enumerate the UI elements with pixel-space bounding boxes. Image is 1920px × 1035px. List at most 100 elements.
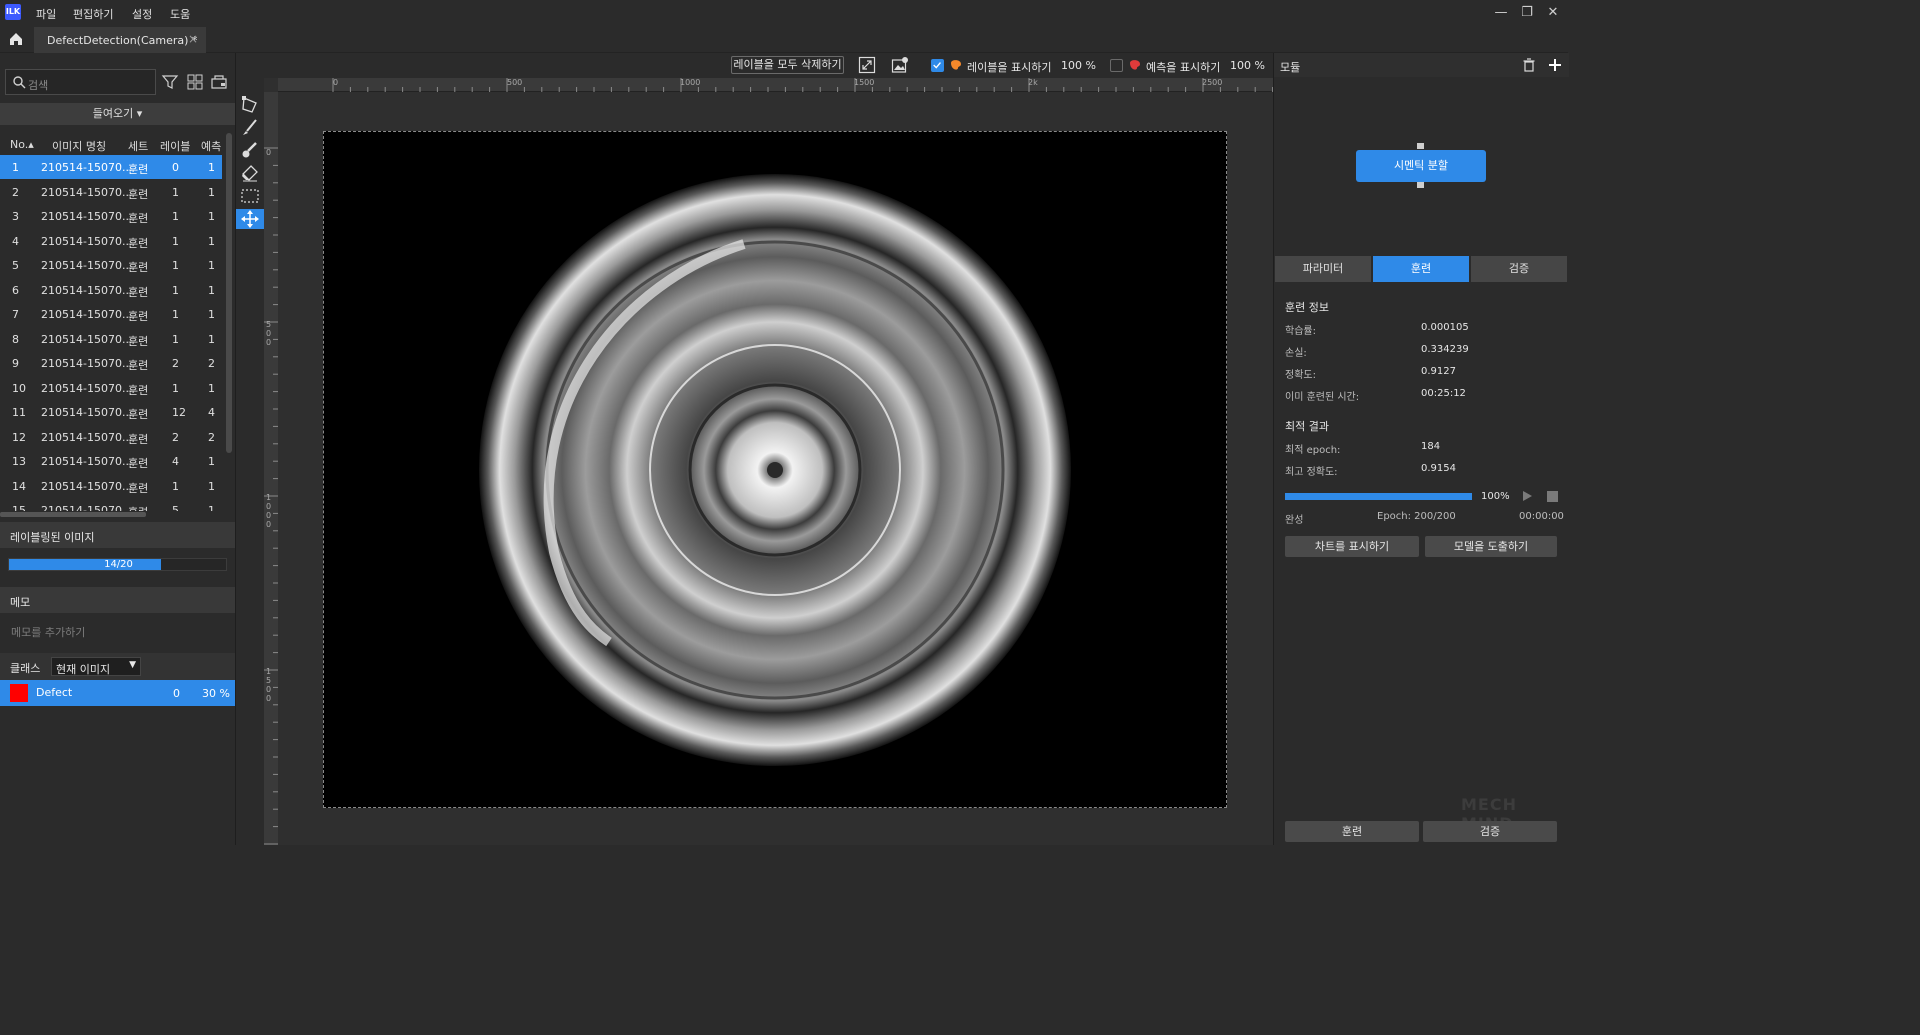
best-epoch-value: 184 bbox=[1421, 441, 1441, 452]
close-window-icon[interactable]: ✕ bbox=[1544, 4, 1562, 22]
cap-center bbox=[767, 462, 783, 478]
filter-icon[interactable] bbox=[161, 73, 179, 91]
table-row[interactable]: 11 210514-15070... 훈련 12 4 bbox=[0, 400, 222, 424]
add-icon[interactable] bbox=[1547, 57, 1563, 73]
table-row[interactable]: 12 210514-15070... 훈련 2 2 bbox=[0, 425, 222, 449]
table-scrollbar-vertical[interactable] bbox=[226, 133, 232, 453]
row-label-count: 5 bbox=[172, 504, 179, 511]
row-label-count: 4 bbox=[172, 455, 179, 468]
validate-button[interactable]: 검증 bbox=[1423, 821, 1557, 842]
tab-defect-detection[interactable]: DefectDetection(Camera) * × bbox=[34, 27, 206, 53]
column-no[interactable]: No.▴ bbox=[10, 138, 34, 151]
menu-file[interactable]: 파일 bbox=[36, 6, 56, 22]
learning-rate-value: 0.000105 bbox=[1421, 322, 1469, 333]
menu-bar: ILK 파일 편집하기 설정 도움 — ❐ ✕ bbox=[0, 0, 1568, 26]
polygon-tool-icon[interactable] bbox=[240, 95, 260, 115]
table-row[interactable]: 15 210514-15070...훈련 5 1 bbox=[0, 498, 222, 511]
image-table-body: 1 210514-15070... 훈련 0 1 2 210514-15070... 훈련 1 1… bbox=[0, 155, 225, 511]
rectangle-select-tool-icon[interactable] bbox=[240, 186, 260, 206]
show-labels-checkbox[interactable] bbox=[931, 59, 944, 72]
show-predictions-checkbox[interactable] bbox=[1110, 59, 1123, 72]
semantic-segmentation-node[interactable]: 시멘틱 분할 bbox=[1356, 150, 1486, 182]
learning-rate-label: 학습률: bbox=[1285, 326, 1316, 337]
row-image-name: 210514-15070... bbox=[41, 504, 133, 511]
restore-icon[interactable]: ❐ bbox=[1518, 4, 1536, 22]
show-chart-button[interactable]: 차트를 표시하기 bbox=[1285, 536, 1419, 557]
row-set: 훈련 bbox=[128, 432, 149, 446]
table-row[interactable]: 10 210514-15070... 훈련 1 1 bbox=[0, 376, 222, 400]
row-label-count: 0 bbox=[172, 161, 179, 174]
accuracy-label: 정확도: bbox=[1285, 370, 1316, 381]
row-no: 10 bbox=[12, 381, 26, 395]
play-icon[interactable] bbox=[1521, 490, 1533, 502]
row-no: 5 bbox=[12, 259, 19, 272]
prediction-opacity-value[interactable]: 100 % bbox=[1230, 59, 1265, 72]
row-image-name: 210514-15070... bbox=[41, 332, 133, 346]
column-image-name[interactable]: 이미지 명칭 bbox=[52, 138, 106, 154]
table-row[interactable]: 1 210514-15070... 훈련 0 1 bbox=[0, 155, 222, 179]
import-button[interactable]: 들여오기 ▾ bbox=[0, 103, 235, 125]
column-set[interactable]: 세트 bbox=[128, 138, 148, 154]
trash-icon[interactable] bbox=[1522, 58, 1536, 72]
tab-close-icon[interactable]: × bbox=[188, 32, 198, 46]
row-no: 11 bbox=[12, 406, 26, 419]
row-set: 훈련 bbox=[128, 359, 149, 372]
table-row[interactable]: 4 210514-15070... 훈련 1 1 bbox=[0, 229, 222, 253]
clear-all-labels-button[interactable]: 레이블을 모두 삭제하기 bbox=[731, 56, 844, 74]
labeled-images-title: 레이블링된 이미지 bbox=[10, 531, 95, 544]
class-item-defect[interactable]: Defect 0 30 % bbox=[0, 680, 235, 706]
table-row[interactable]: 3 210514-15070... 훈련 1 1 bbox=[0, 204, 222, 228]
show-labels-text: 레이블을 표시하기 bbox=[967, 61, 1052, 74]
table-row[interactable]: 5 210514-15070... 훈련 1 1 bbox=[0, 253, 222, 277]
export-model-button[interactable]: 모델을 도출하기 bbox=[1425, 536, 1557, 557]
tab-training[interactable]: 훈련 bbox=[1373, 256, 1469, 282]
table-scrollbar-horizontal[interactable] bbox=[0, 512, 146, 517]
row-no: 6 bbox=[12, 283, 19, 297]
tab-parameters[interactable]: 파라미터 bbox=[1275, 256, 1371, 282]
row-set: 훈련 bbox=[128, 504, 148, 511]
stop-icon[interactable] bbox=[1547, 491, 1558, 502]
row-image-name: 210514-15070... bbox=[41, 455, 133, 468]
brush-tool-icon[interactable] bbox=[240, 118, 260, 138]
table-row[interactable]: 14 210514-15070... 훈련 1 1 bbox=[0, 474, 222, 498]
column-prediction[interactable]: 예측 bbox=[201, 138, 221, 154]
column-label[interactable]: 레이블 bbox=[160, 138, 190, 154]
module-flow-area: 시멘틱 분할 bbox=[1274, 77, 1569, 255]
train-button[interactable]: 훈련 bbox=[1285, 821, 1419, 842]
table-row[interactable]: 6 210514-15070... 훈련 1 1 bbox=[0, 278, 222, 302]
row-image-name: 210514-15070... bbox=[41, 357, 133, 370]
label-opacity-value[interactable]: 100 % bbox=[1061, 59, 1096, 72]
smart-brush-tool-icon[interactable] bbox=[240, 140, 260, 160]
ruler-left-label: 1 5 0 0 bbox=[266, 667, 272, 703]
node-input-port[interactable] bbox=[1417, 143, 1424, 149]
node-output-port[interactable] bbox=[1417, 182, 1424, 188]
menu-edit[interactable]: 편집하기 bbox=[73, 6, 113, 22]
menu-settings[interactable]: 설정 bbox=[132, 6, 152, 22]
module-panel: 모듈 시멘틱 분할 파라미터 훈련 검증 훈련 정보 학습률: 0.000105… bbox=[1273, 53, 1569, 845]
table-row[interactable]: 13 210514-15070... 훈련 4 1 bbox=[0, 449, 222, 473]
row-label-count: 1 bbox=[172, 210, 179, 223]
module-title: 모듈 bbox=[1280, 61, 1301, 74]
tab-validation[interactable]: 검증 bbox=[1471, 256, 1567, 282]
image-settings-icon[interactable] bbox=[891, 56, 909, 74]
camera-icon[interactable] bbox=[210, 73, 228, 91]
memo-input[interactable]: 메모를 추가하기 bbox=[11, 624, 85, 640]
search-input[interactable]: 검색 bbox=[5, 69, 156, 95]
table-row[interactable]: 7 210514-15070... 훈련 1 1 bbox=[0, 302, 222, 326]
move-tool-icon[interactable] bbox=[236, 209, 264, 229]
image-canvas[interactable] bbox=[323, 131, 1227, 808]
minimize-icon[interactable]: — bbox=[1492, 4, 1510, 22]
row-no: 14 bbox=[12, 479, 26, 493]
row-image-name: 210514-15070... bbox=[41, 479, 133, 493]
menu-help[interactable]: 도움 bbox=[170, 6, 190, 22]
eraser-tool-icon[interactable] bbox=[240, 163, 260, 183]
table-row[interactable]: 8 210514-15070... 훈련 1 1 bbox=[0, 327, 222, 351]
grid-view-icon[interactable] bbox=[186, 73, 204, 91]
fit-view-icon[interactable] bbox=[858, 56, 876, 74]
class-scope-select[interactable]: 현재 이미지 ▼ bbox=[51, 657, 141, 676]
table-row[interactable]: 2 210514-15070... 훈련 1 1 bbox=[0, 180, 222, 204]
class-color-swatch[interactable] bbox=[10, 684, 28, 702]
table-row[interactable]: 9 210514-15070... 훈련 2 2 bbox=[0, 351, 222, 375]
row-set: 훈련 bbox=[128, 212, 149, 225]
home-icon[interactable] bbox=[8, 31, 24, 47]
